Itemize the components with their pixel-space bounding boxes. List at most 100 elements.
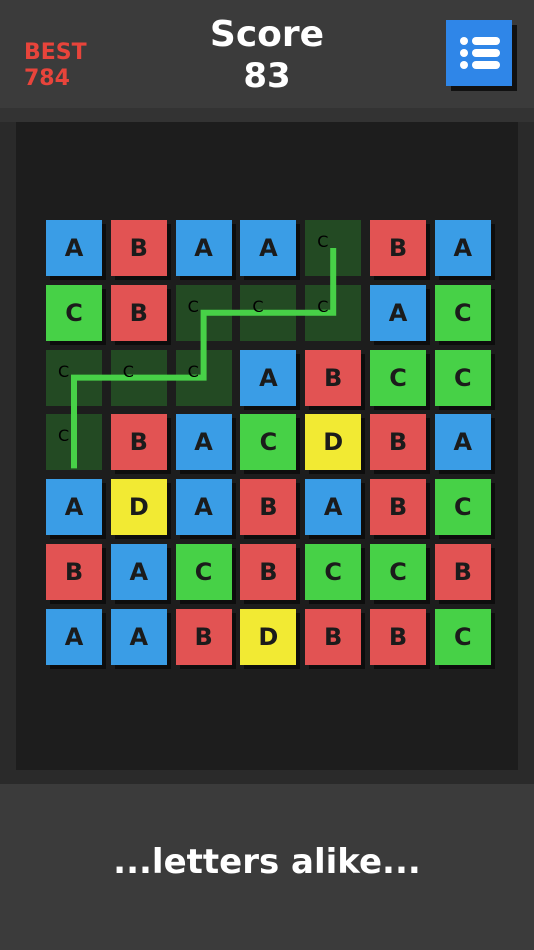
tile-letter: B: [388, 622, 408, 651]
tile-2-0[interactable]: [46, 349, 102, 406]
header-divider: [0, 108, 534, 122]
tile-4-1[interactable]: D: [110, 479, 167, 536]
tile-4-3[interactable]: B: [240, 479, 297, 536]
tile-3-0[interactable]: [46, 414, 102, 471]
tile-3-5[interactable]: B: [370, 414, 426, 471]
tile-3-4[interactable]: D: [305, 414, 362, 471]
tile-0-6[interactable]: A: [434, 220, 491, 276]
tile-2-5[interactable]: C: [370, 349, 426, 406]
tile-letter: C: [324, 558, 342, 586]
selected-tile-chip: C: [58, 361, 70, 381]
tile-5-1[interactable]: A: [110, 544, 167, 600]
tile-letter: B: [64, 558, 84, 586]
tile-4-0[interactable]: A: [46, 479, 102, 536]
tile-letter: C: [259, 428, 278, 457]
selected-tile-chip: C: [58, 426, 70, 446]
tile-letter: A: [129, 622, 149, 651]
tile-5-6[interactable]: B: [434, 544, 491, 600]
tile-letter: C: [453, 493, 472, 522]
tile-2-6[interactable]: C: [434, 349, 491, 406]
tile-1-5[interactable]: A: [370, 284, 426, 341]
tile-letter: C: [453, 622, 472, 651]
tile-letter: B: [388, 493, 408, 522]
tile-2-3[interactable]: A: [240, 349, 297, 406]
tile-letter: A: [64, 622, 84, 651]
tile-5-5[interactable]: C: [370, 544, 426, 600]
tile-6-1[interactable]: A: [110, 608, 167, 665]
tile-5-2[interactable]: C: [175, 544, 232, 600]
tile-4-6[interactable]: C: [434, 479, 491, 536]
tile-6-4[interactable]: B: [305, 608, 362, 665]
tile-0-0[interactable]: A: [46, 220, 102, 276]
tile-6-6[interactable]: C: [434, 608, 491, 665]
tile-letter: B: [324, 363, 343, 392]
tile-letter: B: [129, 428, 148, 457]
tile-letter: C: [65, 298, 83, 327]
tile-1-4[interactable]: [305, 284, 362, 341]
tile-letter: A: [64, 234, 84, 262]
tile-letter: A: [259, 363, 278, 392]
tile-letter: A: [453, 428, 473, 457]
tile-1-0[interactable]: C: [46, 284, 102, 341]
best-score: BEST 784: [24, 40, 87, 92]
selected-tile-chip: C: [122, 361, 134, 381]
tile-letter: A: [388, 298, 408, 327]
tile-0-3[interactable]: A: [240, 220, 297, 276]
tile-letter: C: [453, 363, 472, 392]
tile-letter: A: [129, 558, 149, 586]
tile-1-1[interactable]: B: [110, 284, 167, 341]
tile-letter: D: [323, 428, 344, 457]
tile-6-2[interactable]: B: [175, 608, 232, 665]
tile-letter: A: [259, 234, 278, 262]
tile-4-4[interactable]: A: [305, 479, 362, 536]
tile-letter: A: [194, 234, 213, 262]
tile-letter: C: [194, 558, 213, 586]
tile-letter: A: [323, 493, 343, 522]
tile-4-2[interactable]: A: [175, 479, 232, 536]
selected-tile-chip: C: [317, 232, 329, 251]
selected-tile-chip: C: [317, 296, 329, 316]
selected-tile-chip: C: [187, 361, 199, 381]
tile-letter: C: [389, 558, 407, 586]
tile-0-2[interactable]: A: [175, 220, 232, 276]
list-icon: [460, 37, 500, 69]
tile-0-1[interactable]: B: [110, 220, 167, 276]
tile-1-3[interactable]: [240, 284, 297, 341]
tile-letter: B: [324, 622, 343, 651]
tile-letter: A: [194, 428, 213, 457]
tile-letter: C: [389, 363, 407, 392]
tile-letter: B: [388, 234, 408, 262]
menu-button[interactable]: [446, 20, 512, 86]
tile-2-2[interactable]: [175, 349, 232, 406]
tile-letter: B: [129, 234, 148, 262]
tile-4-5[interactable]: B: [370, 479, 426, 536]
tile-6-5[interactable]: B: [370, 608, 426, 665]
tile-5-3[interactable]: B: [240, 544, 297, 600]
tile-6-3[interactable]: D: [240, 608, 297, 665]
tile-3-6[interactable]: A: [434, 414, 491, 471]
tile-2-1[interactable]: [110, 349, 167, 406]
tile-letter: A: [453, 234, 473, 262]
tile-5-0[interactable]: B: [46, 544, 102, 600]
tile-letter: D: [258, 622, 279, 651]
tile-letter: B: [388, 428, 408, 457]
tile-2-4[interactable]: B: [305, 349, 362, 406]
tile-3-3[interactable]: C: [240, 414, 297, 471]
tile-letter: B: [259, 558, 278, 586]
best-value: 784: [24, 66, 70, 91]
tile-letter: A: [64, 493, 84, 522]
tile-letter: B: [194, 622, 213, 651]
tile-3-1[interactable]: B: [110, 414, 167, 471]
tile-letter: D: [128, 493, 149, 522]
top-bar: BEST 784 Score 83: [0, 0, 534, 108]
tile-0-5[interactable]: B: [370, 220, 426, 276]
tile-1-6[interactable]: C: [434, 284, 491, 341]
tile-0-4[interactable]: [305, 220, 362, 276]
tile-3-2[interactable]: A: [175, 414, 232, 471]
selected-tile-chip: C: [252, 296, 264, 316]
tile-1-2[interactable]: [175, 284, 232, 341]
tile-6-0[interactable]: A: [46, 608, 102, 665]
tile-5-4[interactable]: C: [305, 544, 362, 600]
selected-tile-chip: C: [187, 296, 199, 316]
tile-letter: A: [194, 493, 213, 522]
